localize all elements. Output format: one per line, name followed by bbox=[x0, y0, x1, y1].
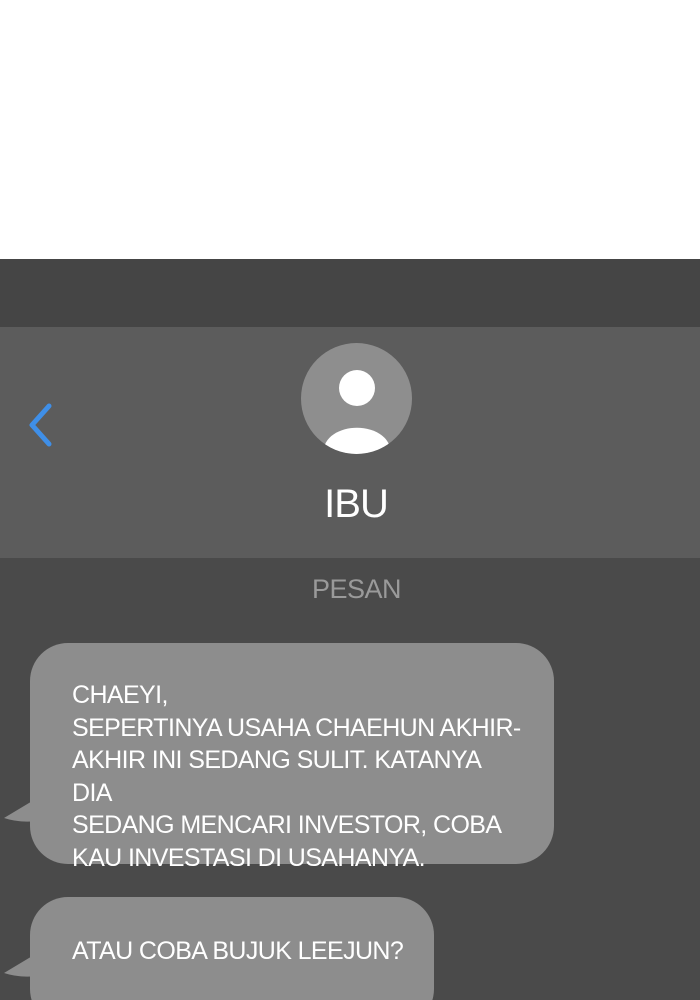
messages-section-label: PESAN bbox=[311, 574, 402, 604]
person-icon bbox=[323, 370, 391, 454]
message-text: ATAU COBA BUJUK LEEJUN? bbox=[72, 937, 404, 965]
message-text: CHAEYI, SEPERTINYA USAHA CHAEHUN AKHIR- … bbox=[72, 681, 521, 872]
received-message-bubble[interactable]: ATAU COBA BUJUK LEEJUN? bbox=[30, 897, 434, 1000]
messages-screen: IBU PESAN CHAEYI, SEPERTINYA USAHA CHAEH… bbox=[0, 259, 700, 1000]
received-message-bubble[interactable]: CHAEYI, SEPERTINYA USAHA CHAEHUN AKHIR- … bbox=[30, 643, 554, 872]
chevron-left-icon bbox=[29, 403, 52, 447]
back-button[interactable] bbox=[18, 397, 62, 453]
contact-name: IBU bbox=[324, 482, 389, 526]
conversation-header: IBU bbox=[0, 327, 700, 558]
contact-avatar[interactable] bbox=[301, 343, 412, 454]
top-blank-area bbox=[0, 0, 700, 259]
page: IBU PESAN CHAEYI, SEPERTINYA USAHA CHAEH… bbox=[0, 0, 700, 1000]
status-bar bbox=[0, 259, 700, 327]
